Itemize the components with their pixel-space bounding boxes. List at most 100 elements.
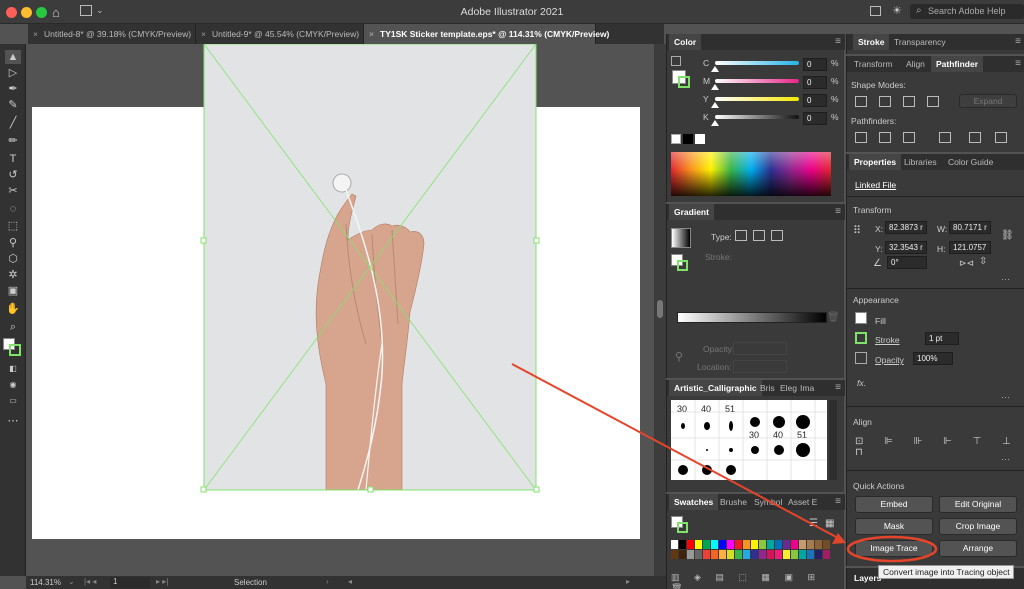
edit-original-button[interactable]: Edit Original bbox=[939, 496, 1017, 513]
color-swatch[interactable] bbox=[703, 550, 710, 559]
channel-slider[interactable] bbox=[715, 115, 799, 119]
color-swatch[interactable] bbox=[823, 550, 830, 559]
tab-brushes[interactable]: Brushe bbox=[715, 494, 752, 510]
selection-tool-icon[interactable]: ▲ bbox=[5, 50, 21, 64]
more-options-icon[interactable]: ⋯ bbox=[1001, 454, 1010, 465]
swatch-stroke[interactable] bbox=[677, 522, 688, 533]
handle-right[interactable] bbox=[533, 237, 540, 244]
tab-sticker-template[interactable]: × TY1SK Sticker template.eps* @ 114.31% (… bbox=[364, 24, 609, 44]
handle-bottom-left[interactable] bbox=[200, 486, 207, 493]
slider-knob[interactable] bbox=[711, 66, 719, 72]
white-swatch[interactable] bbox=[695, 134, 705, 144]
shape-builder-tool-icon[interactable]: ⬡ bbox=[5, 252, 21, 266]
tab-libraries[interactable]: Libraries bbox=[899, 154, 942, 170]
more-options-icon[interactable]: ⋯ bbox=[1001, 274, 1010, 285]
pen-tool-icon[interactable]: ✒ bbox=[5, 82, 21, 96]
color-swatch[interactable] bbox=[679, 540, 686, 549]
help-search-box[interactable]: ⌕ Search Adobe Help bbox=[910, 4, 1024, 19]
tab-color-guide[interactable]: Color Guide bbox=[943, 154, 998, 170]
color-swatch[interactable] bbox=[727, 540, 734, 549]
appearance-fill-swatch[interactable] bbox=[855, 312, 867, 324]
color-swatch[interactable] bbox=[711, 550, 718, 559]
color-swatch[interactable] bbox=[807, 540, 814, 549]
curvature-tool-icon[interactable]: ✎ bbox=[5, 98, 21, 112]
trim-icon[interactable] bbox=[879, 132, 891, 143]
opacity-field[interactable] bbox=[733, 342, 787, 355]
panel-menu-icon[interactable]: ≡ bbox=[1015, 58, 1021, 69]
opacity-field[interactable]: 100% bbox=[913, 352, 953, 365]
stroke-label[interactable]: Stroke bbox=[875, 335, 900, 345]
type-tool-icon[interactable]: T bbox=[5, 152, 21, 166]
color-swatch[interactable] bbox=[767, 540, 774, 549]
panel-menu-icon[interactable]: ≡ bbox=[835, 496, 841, 507]
panel-menu-icon[interactable]: ≡ bbox=[835, 206, 841, 217]
location-field[interactable] bbox=[733, 360, 787, 373]
close-tab-icon[interactable]: × bbox=[369, 24, 374, 44]
zoom-level[interactable]: 114.31% bbox=[30, 578, 61, 587]
constrain-proportions-icon[interactable]: ⛓ bbox=[1001, 230, 1014, 241]
direct-selection-tool-icon[interactable]: ▷ bbox=[5, 66, 21, 80]
channel-slider[interactable] bbox=[715, 79, 799, 83]
grid-view-icon[interactable]: ▦ bbox=[825, 518, 834, 529]
color-swatch[interactable] bbox=[671, 550, 678, 559]
color-swatch[interactable] bbox=[743, 550, 750, 559]
tab-stroke[interactable]: Stroke bbox=[853, 34, 890, 50]
crop-image-button[interactable]: Crop Image bbox=[939, 518, 1017, 535]
channel-slider[interactable] bbox=[715, 97, 799, 101]
crop-icon[interactable] bbox=[939, 132, 951, 143]
gradient-stroke-swatch[interactable] bbox=[677, 260, 688, 271]
color-swatch[interactable] bbox=[775, 550, 782, 559]
page-number[interactable]: 1 bbox=[110, 577, 150, 588]
hand-tool-icon[interactable]: ✋ bbox=[5, 302, 21, 316]
color-swatch[interactable] bbox=[671, 540, 678, 549]
linear-gradient-icon[interactable] bbox=[735, 230, 747, 241]
x-field[interactable]: 82.3873 r bbox=[885, 221, 927, 234]
color-swatch[interactable] bbox=[815, 540, 822, 549]
horizontal-scroll-right-icon[interactable]: ▸ bbox=[626, 577, 630, 586]
lightbulb-icon[interactable]: ☀ bbox=[892, 4, 902, 17]
gradient-slider[interactable] bbox=[677, 312, 827, 323]
list-view-icon[interactable]: ☰ bbox=[809, 518, 818, 529]
gradient-preview[interactable] bbox=[671, 228, 691, 248]
color-stroke-swatch[interactable] bbox=[678, 76, 690, 88]
more-tools-icon[interactable]: ⋯ bbox=[5, 414, 21, 428]
rotate-tool-icon[interactable]: ↺ bbox=[5, 168, 21, 182]
arrange-button[interactable]: Arrange bbox=[939, 540, 1017, 557]
draw-mode-icon[interactable]: ◉ bbox=[5, 378, 21, 392]
tab-gradient[interactable]: Gradient bbox=[669, 204, 714, 220]
tab-color[interactable]: Color bbox=[669, 34, 702, 50]
tab-swatches[interactable]: Swatches bbox=[669, 494, 719, 510]
scissors-tool-icon[interactable]: ✂ bbox=[5, 184, 21, 198]
brush-grid[interactable]: 30 40 51 30 40 51 bbox=[671, 400, 827, 480]
tab-transparency[interactable]: Transparency bbox=[889, 34, 951, 50]
opacity-label[interactable]: Opacity bbox=[875, 355, 904, 365]
flip-horizontal-icon[interactable]: ⊳⊲ bbox=[959, 258, 974, 269]
eyedropper-icon[interactable]: ⚲ bbox=[675, 350, 683, 363]
divide-icon[interactable] bbox=[855, 132, 867, 143]
channel-value-field[interactable]: 0 bbox=[803, 112, 827, 125]
tab-untitled-9[interactable]: × Untitled-9* @ 45.54% (CMYK/Preview) bbox=[196, 24, 364, 44]
status-menu-icon[interactable]: › bbox=[326, 577, 329, 586]
handle-bottom-center[interactable] bbox=[367, 486, 374, 493]
color-swatch[interactable] bbox=[735, 550, 742, 559]
color-swatch[interactable] bbox=[719, 540, 726, 549]
eyedropper-tool-icon[interactable]: ⚲ bbox=[5, 236, 21, 250]
panel-menu-icon[interactable]: ≡ bbox=[1015, 36, 1021, 47]
channel-value-field[interactable]: 0 bbox=[803, 58, 827, 71]
expand-button[interactable]: Expand bbox=[959, 94, 1017, 108]
zoom-chevron-icon[interactable]: ⌄ bbox=[68, 577, 75, 586]
flip-vertical-icon[interactable]: ⇳ bbox=[979, 256, 987, 267]
minus-front-icon[interactable] bbox=[879, 96, 891, 107]
color-swatch[interactable] bbox=[799, 550, 806, 559]
merge-icon[interactable] bbox=[903, 132, 915, 143]
fx-icon[interactable]: fx. bbox=[857, 378, 866, 388]
slider-knob[interactable] bbox=[711, 84, 719, 90]
color-swatch[interactable] bbox=[735, 540, 742, 549]
swatch-grid[interactable] bbox=[671, 540, 831, 566]
color-swatch[interactable] bbox=[823, 540, 830, 549]
channel-slider[interactable] bbox=[715, 61, 799, 65]
w-field[interactable]: 80.7171 r bbox=[949, 221, 991, 234]
brushes-scrollbar[interactable] bbox=[829, 400, 837, 480]
paintbrush-tool-icon[interactable]: ✏ bbox=[5, 134, 21, 148]
channel-value-field[interactable]: 0 bbox=[803, 94, 827, 107]
